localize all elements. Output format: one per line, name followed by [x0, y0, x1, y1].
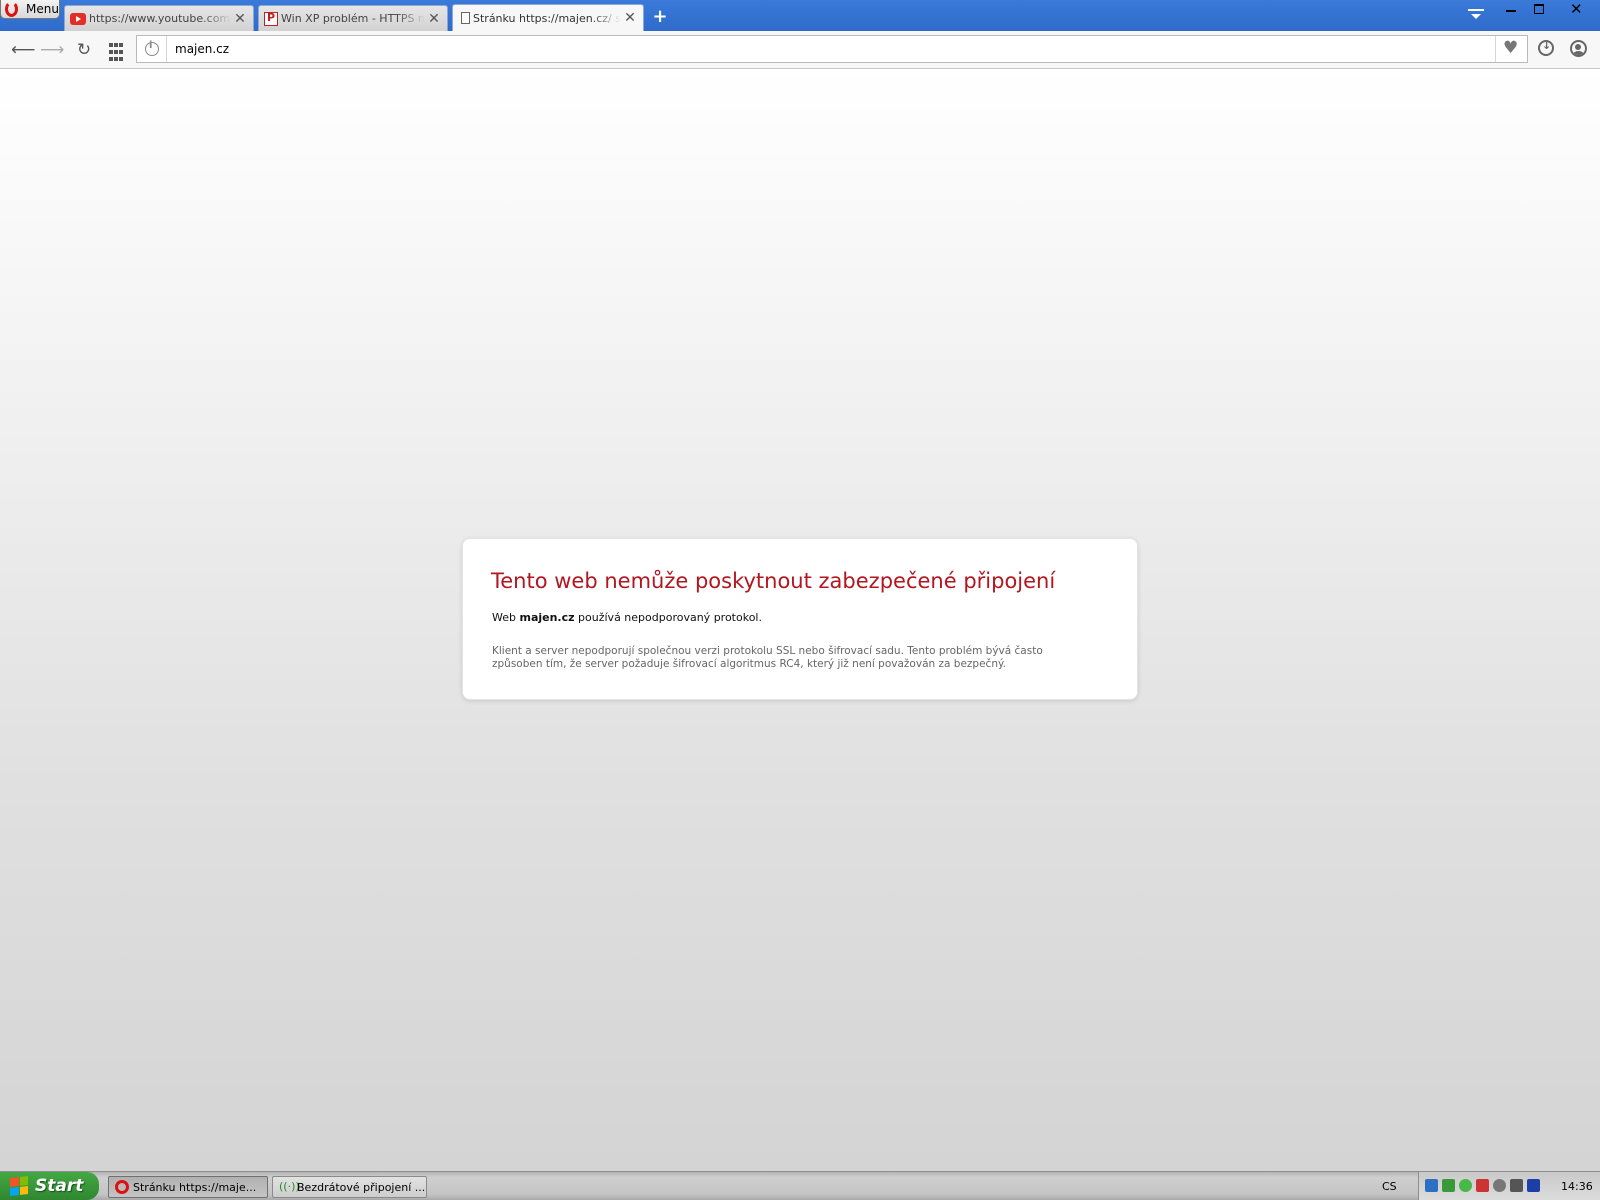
update-icon[interactable]: [1493, 1179, 1506, 1192]
error-message-suffix: používá nepodporovaný protokol.: [574, 611, 762, 624]
minimize-button[interactable]: [1498, 0, 1524, 19]
opera-logo-icon: [5, 1, 19, 17]
taskbar-item-label: Stránku https://maje...: [133, 1180, 257, 1194]
tab-youtube[interactable]: https://www.youtube.com/watch ✕: [64, 5, 254, 31]
tab-title: Stránku https://majen.cz/ se nepodařilo …: [473, 11, 621, 25]
taskbar-item-wireless[interactable]: ((·)) Bezdrátové připojení ...: [272, 1176, 427, 1198]
error-title: Tento web nemůže poskytnout zabezpečené …: [491, 569, 1056, 593]
url-input[interactable]: majen.cz: [175, 42, 229, 56]
tab-close-icon[interactable]: ✕: [621, 10, 639, 26]
tab-win-xp-problem[interactable]: Win XP problém - HTTPS nefunguje ✕: [258, 5, 448, 31]
network-icon[interactable]: [1425, 1179, 1438, 1192]
windows-logo-icon: [10, 1176, 28, 1196]
error-card: Tento web nemůže poskytnout zabezpečené …: [462, 538, 1138, 700]
taskbar-item-label: Bezdrátové připojení ...: [297, 1180, 426, 1194]
error-domain: majen.cz: [519, 611, 575, 624]
taskbar: Start Stránku https://maje... ((·)) Bezd…: [0, 1171, 1600, 1200]
browser-title-bar: Menu https://www.youtube.com/watch ✕ Win…: [0, 0, 1600, 31]
page-viewport: Tento web nemůže poskytnout zabezpečené …: [0, 69, 1600, 1171]
start-button[interactable]: Start: [0, 1172, 99, 1200]
tab-close-icon[interactable]: ✕: [425, 11, 443, 27]
tab-title: Win XP problém - HTTPS nefunguje: [281, 12, 425, 25]
download-icon[interactable]: [1538, 39, 1554, 56]
site-info-icon[interactable]: [145, 40, 159, 56]
reload-icon[interactable]: ↻: [74, 40, 94, 60]
address-bar[interactable]: majen.cz ♥: [136, 35, 1528, 63]
security-shield-icon[interactable]: [1459, 1179, 1472, 1192]
maximize-button[interactable]: [1526, 0, 1552, 19]
divider: [1495, 36, 1496, 62]
language-indicator[interactable]: CS: [1382, 1180, 1397, 1193]
forward-arrow-icon[interactable]: ⟶: [40, 40, 64, 60]
start-label: Start: [35, 1176, 84, 1196]
account-icon[interactable]: [1570, 40, 1587, 57]
divider: [166, 36, 167, 62]
system-tray: 14:36: [1418, 1172, 1600, 1200]
menu-label: Menu: [26, 2, 59, 16]
tab-menu-icon[interactable]: [1468, 6, 1484, 24]
address-toolbar: ⟵ ⟶ ↻ majen.cz ♥: [0, 31, 1600, 69]
error-message: Web majen.cz používá nepodporovaný proto…: [492, 611, 762, 624]
opera-menu-button[interactable]: Menu: [0, 0, 60, 19]
network-disconnected-icon[interactable]: [1476, 1179, 1489, 1192]
new-tab-button[interactable]: +: [651, 6, 669, 27]
back-arrow-icon[interactable]: ⟵: [11, 40, 35, 60]
clock[interactable]: 14:36: [1561, 1180, 1593, 1193]
pcret-icon: [264, 11, 278, 26]
document-icon: [461, 12, 470, 24]
youtube-icon: [70, 12, 86, 25]
tab-close-icon[interactable]: ✕: [231, 11, 249, 27]
taskbar-item-opera[interactable]: Stránku https://maje...: [108, 1176, 268, 1198]
error-detail-text: Klient a server nepodporují společnou ve…: [492, 645, 1043, 670]
close-window-button[interactable]: [1554, 0, 1600, 19]
speed-dial-icon[interactable]: [106, 40, 132, 66]
wireless-icon: ((·)): [279, 1180, 300, 1193]
error-message-prefix: Web: [492, 611, 520, 624]
wireless-tray-icon[interactable]: [1442, 1179, 1455, 1192]
tab-majen-error[interactable]: Stránku https://majen.cz/ se nepodařilo …: [452, 4, 644, 31]
display-icon[interactable]: [1527, 1179, 1540, 1192]
volume-icon[interactable]: [1510, 1179, 1523, 1192]
opera-icon: [115, 1180, 129, 1194]
tab-title: https://www.youtube.com/watch: [89, 12, 231, 25]
heart-icon[interactable]: ♥: [1503, 38, 1518, 58]
